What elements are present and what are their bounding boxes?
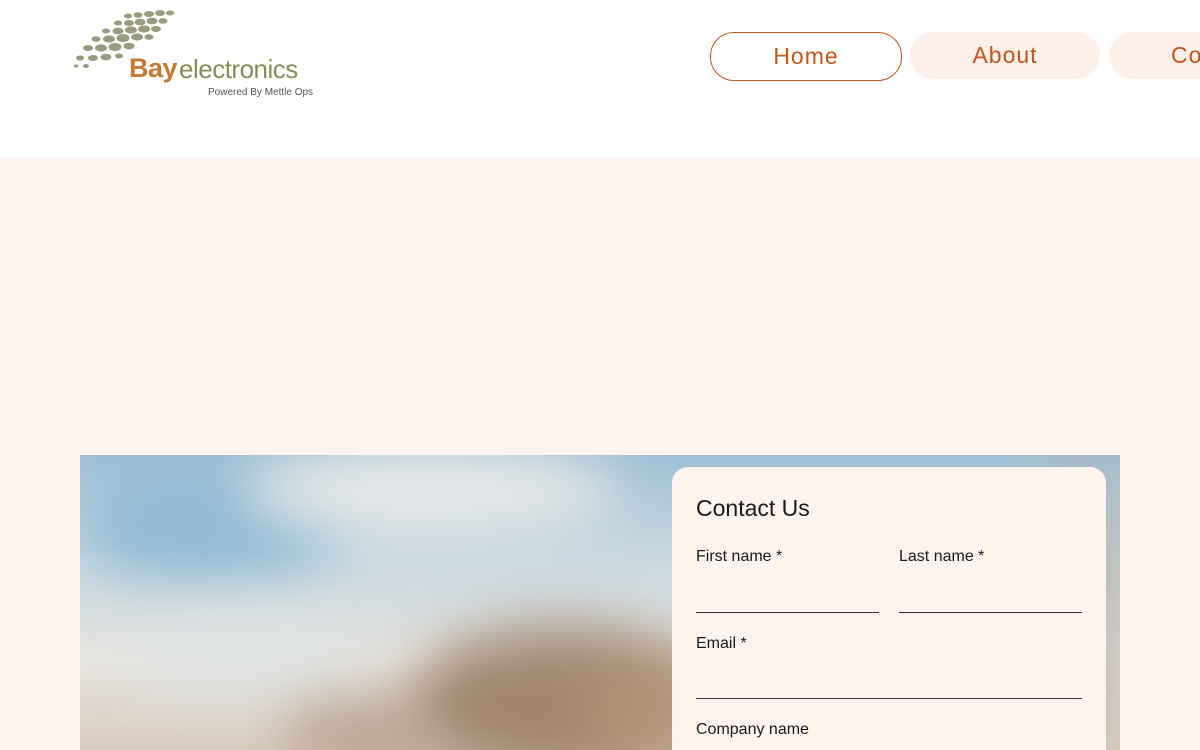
first-name-field[interactable] [696,583,879,613]
site-header: Bay electronics Powered By Mettle Ops Ho… [0,0,1200,158]
photo-haze-blur [120,605,360,695]
last-name-field[interactable] [899,583,1082,613]
first-name-label: First name * [696,548,783,565]
last-name-label: Last name * [899,548,985,565]
company-name-label: Company name [696,721,809,738]
page: Bay electronics Powered By Mettle Ops Ho… [0,0,1200,750]
contact-form: Contact Us First name * Last name * Emai… [672,467,1106,750]
brand-name-electronics: electronics [179,54,298,84]
email-label: Email * [696,635,747,652]
brand-name-bay: Bay [129,53,178,83]
nav-item-about[interactable]: About [910,32,1100,79]
brand-tagline: Powered By Mettle Ops [208,87,314,98]
nav-item-contact[interactable]: Co [1109,32,1200,79]
email-field[interactable] [696,669,1082,699]
contact-form-title: Contact Us [696,495,810,521]
brand-logo[interactable]: Bay electronics Powered By Mettle Ops [74,8,314,103]
nav-item-home[interactable]: Home [710,32,902,81]
